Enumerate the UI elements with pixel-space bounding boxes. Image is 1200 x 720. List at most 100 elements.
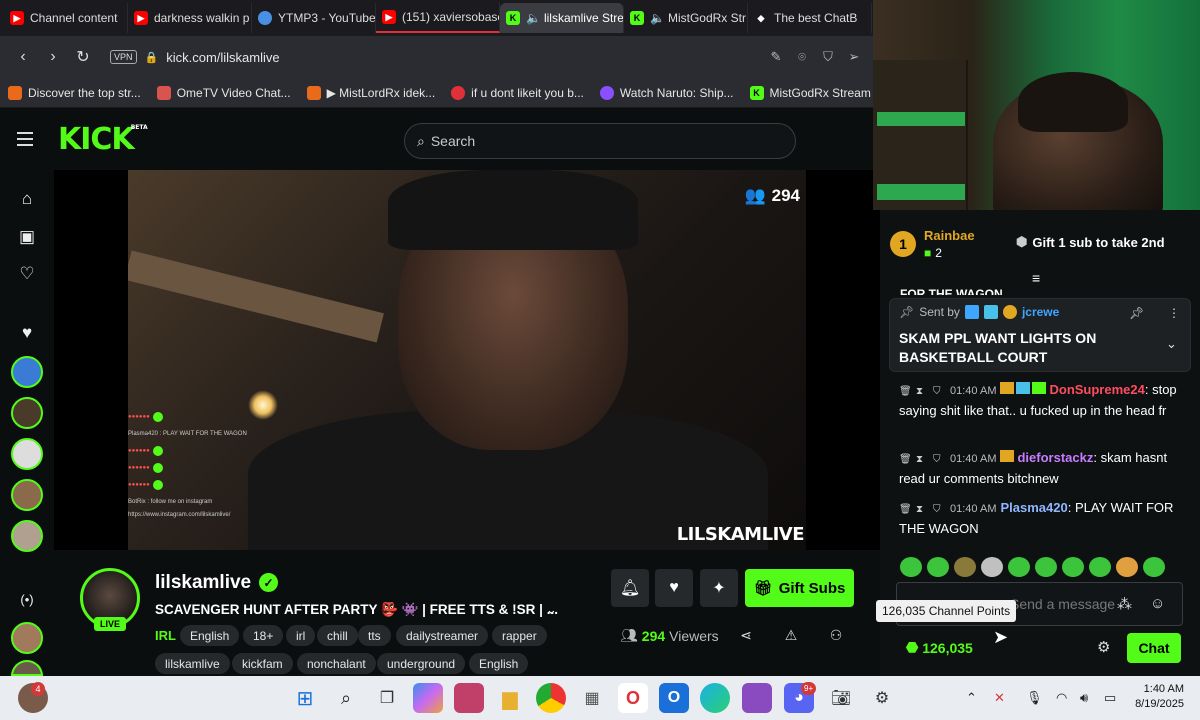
pin-icon[interactable]: 📌︎: [1129, 306, 1144, 320]
live-broadcast-icon[interactable]: (•): [14, 586, 40, 612]
kick-logo[interactable]: KICK BETA: [58, 122, 148, 157]
edit-icon[interactable]: ✎: [763, 44, 789, 70]
follow-button[interactable]: ♥: [655, 569, 693, 607]
trash-icon[interactable]: 🗑︎: [899, 500, 912, 519]
tag-chip[interactable]: rapper: [492, 625, 547, 646]
chat-username[interactable]: dieforstackz: [1017, 450, 1093, 465]
browse-icon[interactable]: ▣: [14, 224, 40, 250]
user-settings-icon[interactable]: ⚇: [826, 626, 846, 644]
search-icon[interactable]: ⌕: [331, 683, 361, 713]
forward-icon[interactable]: ›: [38, 42, 68, 72]
gear-icon[interactable]: ⚙: [1097, 638, 1110, 656]
tray-app-icon[interactable]: ✕: [994, 690, 1005, 706]
tag-chip[interactable]: chill: [317, 625, 358, 646]
browser-tab[interactable]: ▶ (151) xaviersobase: [376, 3, 500, 33]
chat-message[interactable]: 🗑︎ ⧗ ⛉ 01:40 AM Plasma420: PLAY WAIT FOR THE…: [899, 498, 1181, 538]
back-icon[interactable]: ‹: [8, 42, 38, 72]
tag-chip[interactable]: tts: [358, 625, 391, 646]
task-view-icon[interactable]: ❐: [372, 683, 402, 713]
emote-icon[interactable]: [1062, 557, 1084, 577]
report-icon[interactable]: ⚠: [781, 626, 801, 644]
ban-icon[interactable]: ⛉: [933, 450, 944, 469]
camera-icon[interactable]: 📷︎: [826, 683, 856, 713]
chat-message[interactable]: 🗑︎ ⧗ ⛉ 01:40 AM dieforstackz: skam hasnt rea…: [899, 448, 1181, 488]
bookmark-item[interactable]: if u dont likeit you b...: [451, 85, 584, 100]
menu-icon[interactable]: [0, 114, 50, 164]
tag-chip[interactable]: lilskamlive: [155, 653, 230, 674]
browser-tab[interactable]: ◆ The best ChatB: [748, 3, 872, 33]
search-input[interactable]: ⌕ Search: [404, 123, 796, 159]
notification-bell-button[interactable]: 🔔︎: [611, 569, 649, 607]
chevron-down-icon[interactable]: ⌄: [1166, 336, 1177, 352]
tag-chip[interactable]: dailystreamer: [396, 625, 489, 646]
gift-sub-cta[interactable]: ⬢ Gift 1 sub to take 2nd: [1016, 234, 1165, 250]
category-link[interactable]: IRL: [155, 628, 176, 643]
tag-chip[interactable]: English: [469, 653, 529, 674]
chat-username[interactable]: Plasma420: [1000, 500, 1067, 515]
ban-icon[interactable]: ⛉: [933, 382, 944, 401]
reload-icon[interactable]: ↻: [68, 42, 98, 72]
opera-icon[interactable]: O: [618, 683, 648, 713]
bookmark-item[interactable]: OmeTV Video Chat...: [156, 85, 291, 100]
more-options-icon[interactable]: ⋮: [1168, 306, 1180, 320]
tag-chip[interactable]: irl: [286, 625, 316, 646]
chat-scroll-icon[interactable]: ≡: [1032, 270, 1040, 286]
share-icon[interactable]: ⋖: [736, 626, 756, 644]
settings-icon[interactable]: ⚙: [867, 683, 897, 713]
bookmark-item[interactable]: ▶ MistLordRx idek...: [306, 85, 435, 100]
trash-icon[interactable]: 🗑︎: [899, 382, 912, 401]
emote-icon[interactable]: [1089, 557, 1111, 577]
emote-icon[interactable]: [927, 557, 949, 577]
recommended-channel-avatar[interactable]: [11, 622, 43, 654]
chrome-icon[interactable]: [536, 683, 566, 713]
trash-icon[interactable]: 🗑︎: [899, 450, 912, 469]
chat-username[interactable]: DonSupreme24: [1049, 382, 1144, 397]
following-icon[interactable]: ♡: [14, 261, 40, 287]
browser-tab[interactable]: YTMP3 - YouTube: [252, 3, 376, 33]
emote-icon[interactable]: [981, 557, 1003, 577]
emoji-icon[interactable]: ☺: [1150, 595, 1165, 612]
app-icon[interactable]: [454, 683, 484, 713]
browser-tab[interactable]: ▶ Channel content: [4, 3, 128, 33]
edge-icon[interactable]: [700, 683, 730, 713]
gift-subs-button[interactable]: 🎁︎ Gift Subs: [745, 569, 854, 607]
followed-channel-avatar[interactable]: [11, 397, 43, 429]
browser-tab[interactable]: K 🔈 MistGodRx Str: [624, 3, 748, 33]
followed-channel-avatar[interactable]: [11, 356, 43, 388]
system-clock[interactable]: 1:40 AM 8/19/2025: [1135, 682, 1184, 712]
chat-message[interactable]: 🗑︎ ⧗ ⛉ 01:40 AM DonSupreme24: stop saying sh…: [899, 380, 1181, 420]
send-chat-button[interactable]: Chat: [1127, 633, 1181, 663]
battery-icon[interactable]: ▭: [1104, 690, 1116, 706]
microphone-icon[interactable]: 🎙︎: [1026, 690, 1043, 706]
volume-icon[interactable]: 🔊︎: [1080, 690, 1088, 706]
channel-name[interactable]: lilskamlive: [155, 572, 251, 594]
timeout-icon[interactable]: ⧗: [916, 500, 927, 519]
ban-icon[interactable]: ⛉: [933, 500, 944, 519]
followed-channel-avatar[interactable]: [11, 479, 43, 511]
timeout-icon[interactable]: ⧗: [916, 382, 927, 401]
chevron-up-icon[interactable]: ⌃: [966, 690, 977, 706]
emote-icon[interactable]: [954, 557, 976, 577]
camera-icon[interactable]: ⌾: [789, 44, 815, 70]
emote-icon[interactable]: [1143, 557, 1165, 577]
followed-channel-avatar[interactable]: [11, 438, 43, 470]
shield-icon[interactable]: ⛉: [815, 44, 841, 70]
tag-chip[interactable]: English: [180, 625, 240, 646]
tag-chip[interactable]: underground: [377, 653, 466, 674]
url-field[interactable]: kick.com/lilskamlive: [166, 50, 763, 65]
bookmark-item[interactable]: KMistGodRx Stream -...: [749, 85, 875, 100]
tag-chip[interactable]: kickfam: [232, 653, 293, 674]
emote-icon[interactable]: [1116, 557, 1138, 577]
file-explorer-icon[interactable]: ▆: [495, 683, 525, 713]
heart-icon[interactable]: ♥: [14, 320, 40, 346]
copilot-icon[interactable]: [413, 683, 443, 713]
browser-tab-active[interactable]: K🔈lilskamlive Stream - W: [500, 3, 624, 33]
wifi-icon[interactable]: ◠: [1056, 690, 1067, 706]
timeout-icon[interactable]: ⧗: [916, 450, 927, 469]
followed-channel-avatar[interactable]: [11, 520, 43, 552]
tag-chip[interactable]: 18+: [243, 625, 284, 646]
app-icon[interactable]: [742, 683, 772, 713]
sparkle-button[interactable]: ✦: [700, 569, 738, 607]
emote-icon[interactable]: [900, 557, 922, 577]
browser-tab[interactable]: ▶ darkness walkin p: [128, 3, 252, 33]
